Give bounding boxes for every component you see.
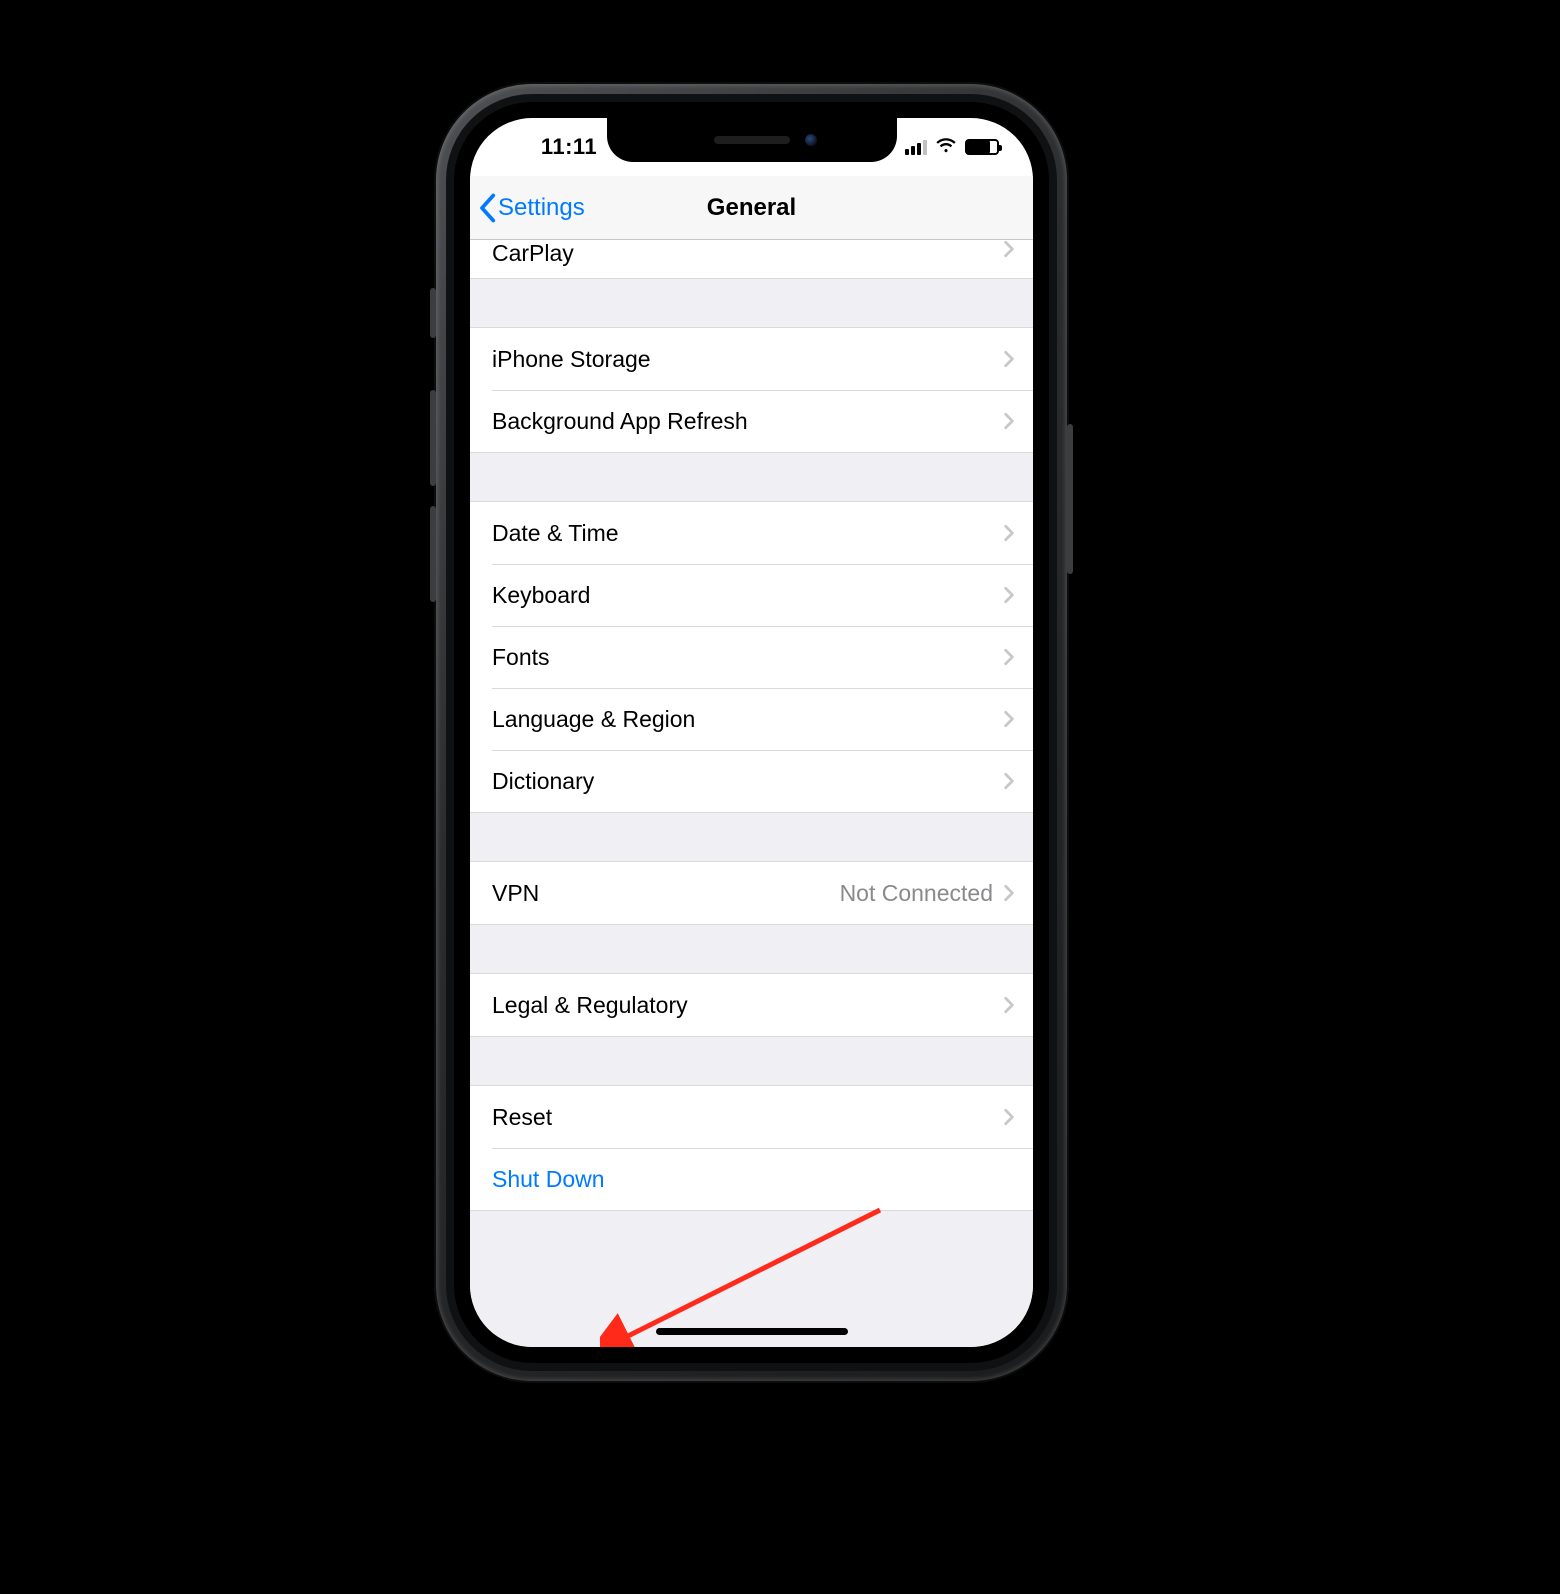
row-detail: Not Connected — [840, 880, 993, 907]
chevron-right-icon — [1003, 350, 1015, 368]
row-label: VPN — [492, 880, 840, 907]
settings-group: CarPlay — [470, 240, 1033, 279]
row-legal-regulatory[interactable]: Legal & Regulatory — [470, 974, 1033, 1036]
back-button[interactable]: Settings — [478, 176, 585, 239]
nav-bar: Settings General — [470, 176, 1033, 240]
row-label: Fonts — [492, 644, 1003, 671]
row-vpn[interactable]: VPN Not Connected — [470, 862, 1033, 924]
chevron-right-icon — [1003, 586, 1015, 604]
home-indicator[interactable] — [656, 1328, 848, 1335]
chevron-right-icon — [1003, 524, 1015, 542]
settings-group: iPhone Storage Background App Refresh — [470, 327, 1033, 453]
row-background-app-refresh[interactable]: Background App Refresh — [470, 390, 1033, 452]
chevron-right-icon — [1003, 710, 1015, 728]
notch — [607, 118, 897, 162]
volume-up-button — [430, 390, 436, 486]
screen: 11:11 — [470, 118, 1033, 1347]
settings-group: Date & Time Keyboard Fonts — [470, 501, 1033, 813]
row-dictionary[interactable]: Dictionary — [470, 750, 1033, 812]
wifi-icon — [935, 137, 957, 158]
row-label: CarPlay — [492, 240, 1003, 267]
chevron-right-icon — [1003, 996, 1015, 1014]
row-carplay[interactable]: CarPlay — [470, 240, 1033, 278]
annotation-arrow — [600, 1200, 900, 1347]
chevron-right-icon — [1003, 772, 1015, 790]
row-keyboard[interactable]: Keyboard — [470, 564, 1033, 626]
row-label: Keyboard — [492, 582, 1003, 609]
chevron-left-icon — [478, 193, 496, 223]
front-camera — [805, 134, 817, 146]
settings-list[interactable]: CarPlay iPhone Storage — [470, 240, 1033, 1347]
row-label: Dictionary — [492, 768, 1003, 795]
chevron-right-icon — [1003, 648, 1015, 666]
row-label: Reset — [492, 1104, 1003, 1131]
row-label: Date & Time — [492, 520, 1003, 547]
settings-group: VPN Not Connected — [470, 861, 1033, 925]
row-shut-down[interactable]: Shut Down — [470, 1148, 1033, 1210]
volume-down-button — [430, 506, 436, 602]
row-iphone-storage[interactable]: iPhone Storage — [470, 328, 1033, 390]
row-label: Shut Down — [492, 1166, 1033, 1193]
chevron-right-icon — [1003, 1108, 1015, 1126]
cellular-signal-icon — [905, 139, 927, 155]
row-language-region[interactable]: Language & Region — [470, 688, 1033, 750]
chevron-right-icon — [1003, 240, 1015, 258]
settings-group: Legal & Regulatory — [470, 973, 1033, 1037]
row-fonts[interactable]: Fonts — [470, 626, 1033, 688]
row-label: Language & Region — [492, 706, 1003, 733]
row-date-time[interactable]: Date & Time — [470, 502, 1033, 564]
row-label: Legal & Regulatory — [492, 992, 1003, 1019]
back-label: Settings — [498, 194, 585, 222]
battery-icon — [965, 139, 999, 155]
row-label: Background App Refresh — [492, 408, 1003, 435]
settings-group: Reset Shut Down — [470, 1085, 1033, 1211]
side-button — [1067, 424, 1073, 574]
chevron-right-icon — [1003, 412, 1015, 430]
earpiece-speaker — [714, 136, 790, 144]
row-label: iPhone Storage — [492, 346, 1003, 373]
chevron-right-icon — [1003, 884, 1015, 902]
row-reset[interactable]: Reset — [470, 1086, 1033, 1148]
ring-switch — [430, 288, 436, 338]
phone-frame: 11:11 — [436, 84, 1067, 1381]
